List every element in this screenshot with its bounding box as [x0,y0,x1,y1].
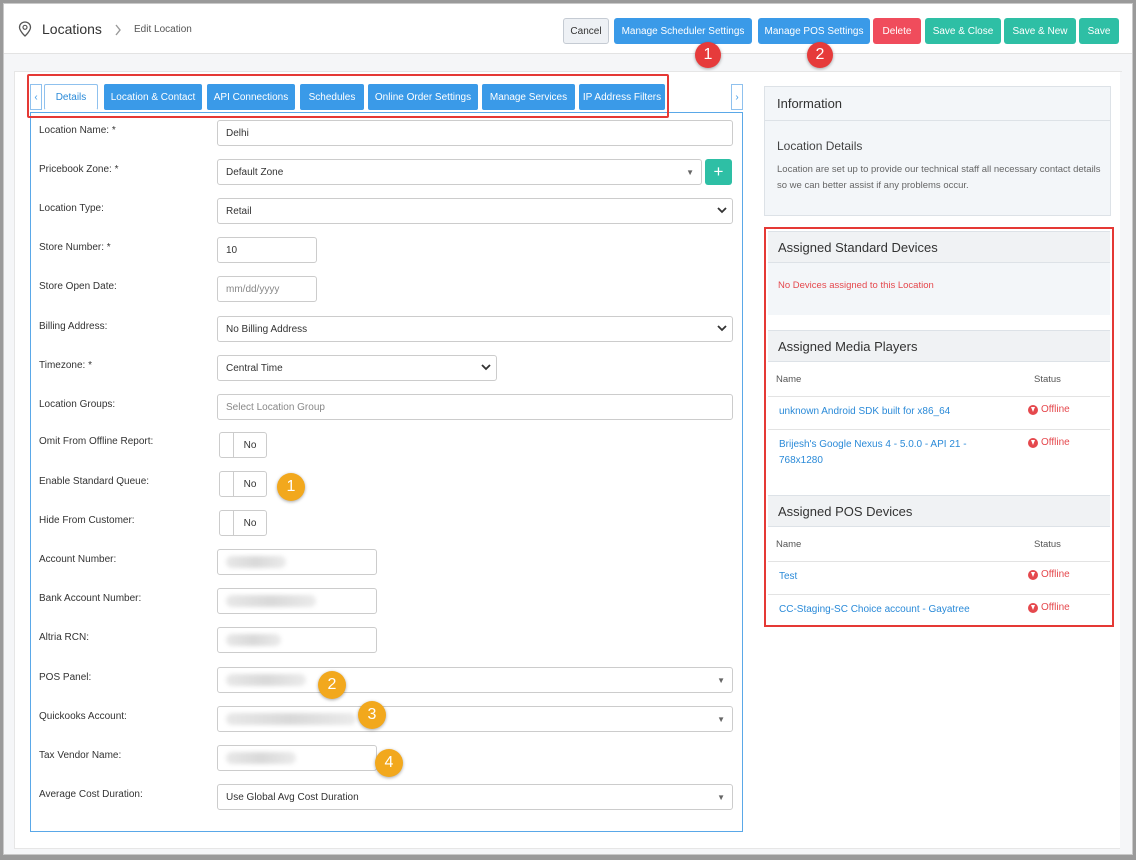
pos-panel-label: POS Panel: [39,672,92,683]
timezone-label: Timezone: * [39,360,92,371]
location-type-select[interactable]: Retail [217,198,733,224]
location-name-label: Location Name: * [39,125,116,136]
information-heading: Information [765,87,1110,121]
avg-cost-label: Average Cost Duration: [39,789,143,800]
chevron-down-icon [717,207,727,214]
location-details-text: Location are set up to provide our techn… [777,164,1101,191]
billing-address-label: Billing Address: [39,321,108,332]
information-panel: Information Location Details Location ar… [764,86,1111,216]
caret-down-icon: ▼ [717,793,725,802]
account-number-label: Account Number: [39,554,117,565]
tab-manage-services[interactable]: Manage Services [482,84,575,110]
omit-offline-label: Omit From Offline Report: [39,436,154,447]
store-number-input[interactable]: 10 [217,237,317,263]
callout-badge-4: 4 [375,749,403,777]
caret-down-icon: ▼ [686,168,694,177]
pricebook-zone-label: Pricebook Zone: * [39,164,119,175]
location-groups-label: Location Groups: [39,399,116,410]
location-pin-icon [18,21,32,37]
callout-badge-2: 2 [807,42,833,68]
quickbooks-label: Quickooks Account: [39,711,127,722]
account-number-input[interactable] [217,549,377,575]
save-new-button[interactable]: Save & New [1004,18,1076,44]
chevron-right-icon [115,24,121,36]
manage-pos-settings-button[interactable]: Manage POS Settings [758,18,870,44]
manage-scheduler-settings-button[interactable]: Manage Scheduler Settings [614,18,752,44]
pos-panel-select[interactable]: ▼ [217,667,733,693]
chevron-down-icon [481,364,491,371]
breadcrumb-locations[interactable]: Locations [42,21,102,37]
scrollbar-track[interactable] [1120,72,1130,850]
tax-vendor-input[interactable] [217,745,377,771]
caret-down-icon: ▼ [717,676,725,685]
tabs-scroll-right-icon[interactable]: › [731,84,743,110]
bank-account-label: Bank Account Number: [39,593,142,604]
location-details-title: Location Details [777,139,863,153]
callout-badge-1: 1 [695,42,721,68]
callout-badge-1: 1 [277,473,305,501]
tab-location-contact[interactable]: Location & Contact [104,84,202,110]
bank-account-input[interactable] [217,588,377,614]
tab-api-connections[interactable]: API Connections [207,84,295,110]
altria-rcn-label: Altria RCN: [39,632,90,643]
location-type-label: Location Type: [39,203,104,214]
store-open-date-label: Store Open Date: [39,281,117,292]
save-close-button[interactable]: Save & Close [925,18,1001,44]
delete-button[interactable]: Delete [873,18,921,44]
tab-ip-address-filters[interactable]: IP Address Filters [579,84,665,110]
chevron-down-icon [717,325,727,332]
plus-icon: + [713,162,724,181]
enable-queue-label: Enable Standard Queue: [39,476,150,487]
app-window: Locations Edit Location Cancel Manage Sc… [3,3,1133,855]
callout-badge-3: 3 [358,701,386,729]
store-number-label: Store Number: * [39,242,111,253]
devices-highlight [764,227,1114,627]
location-groups-input[interactable]: Select Location Group [217,394,733,420]
save-button[interactable]: Save [1079,18,1119,44]
caret-down-icon: ▼ [717,715,725,724]
avg-cost-select[interactable]: Use Global Avg Cost Duration ▼ [217,784,733,810]
store-open-date-input[interactable]: mm/dd/yyyy [217,276,317,302]
pricebook-zone-select[interactable]: Default Zone ▼ [217,159,702,185]
billing-address-select[interactable]: No Billing Address [217,316,733,342]
timezone-select[interactable]: Central Time [217,355,497,381]
top-bar: Locations Edit Location Cancel Manage Sc… [4,4,1132,54]
location-name-input[interactable]: Delhi [217,120,733,146]
enable-queue-toggle[interactable]: No [219,471,267,497]
callout-badge-2: 2 [318,671,346,699]
altria-rcn-input[interactable] [217,627,377,653]
tax-vendor-label: Tax Vendor Name: [39,750,122,761]
breadcrumb-current: Edit Location [134,24,192,35]
omit-offline-toggle[interactable]: No [219,432,267,458]
cancel-button[interactable]: Cancel [563,18,609,44]
tab-online-order-settings[interactable]: Online Order Settings [368,84,478,110]
hide-customer-label: Hide From Customer: [39,515,135,526]
add-pricebook-zone-button[interactable]: + [705,159,732,185]
tab-schedules[interactable]: Schedules [300,84,364,110]
hide-customer-toggle[interactable]: No [219,510,267,536]
quickbooks-select[interactable]: ▼ [217,706,733,732]
tabs-scroll-left-icon[interactable]: ‹ [30,84,42,110]
tab-details[interactable]: Details [44,84,98,110]
